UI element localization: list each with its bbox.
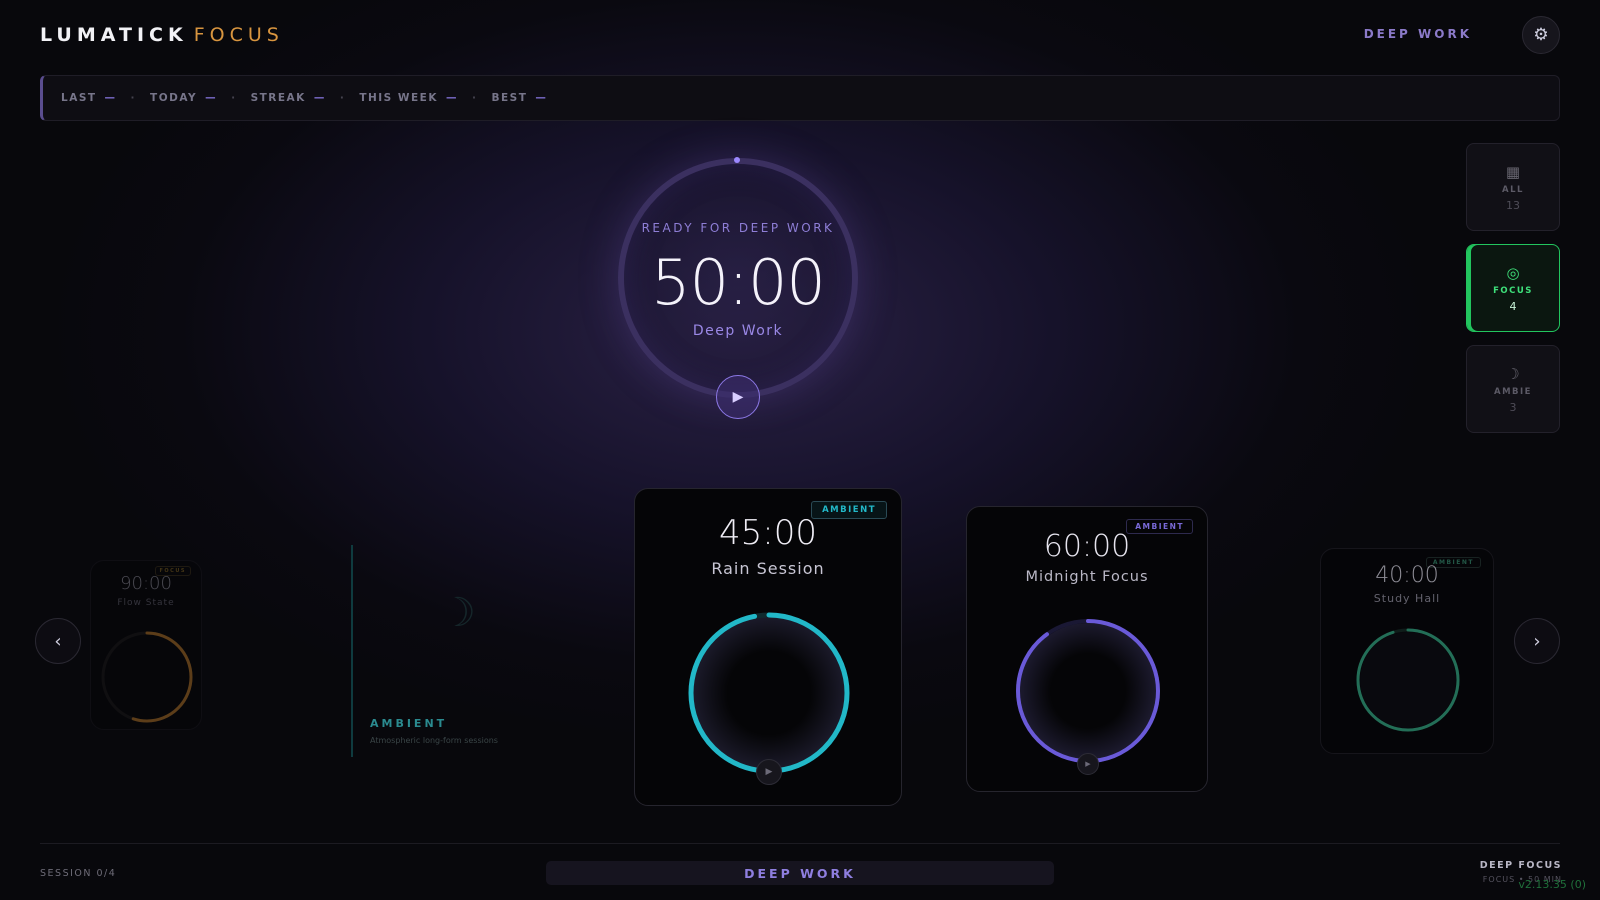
stat-label: LAST: [61, 92, 97, 104]
stat-today: TODAY —: [150, 92, 217, 104]
stat-streak: STREAK —: [251, 92, 326, 104]
timer-progress-dot: [734, 157, 740, 163]
card-title: Midnight Focus: [1025, 569, 1149, 585]
session-counter: SESSION 0/4: [40, 868, 117, 879]
timer-session-name: Deep Work: [692, 323, 784, 339]
stat-label: TODAY: [150, 92, 198, 104]
play-icon: ▶: [732, 389, 744, 405]
card-time: 45:00: [719, 513, 817, 553]
card-time: 90:00: [120, 573, 172, 594]
card-time: 60:00: [1043, 529, 1131, 564]
ring-inner: [1360, 632, 1456, 728]
card-progress-ring: [1355, 627, 1461, 733]
card-title: Study Hall: [1373, 592, 1441, 605]
card-play-button[interactable]: ▶: [1077, 753, 1099, 775]
brand-accent: FOCUS: [193, 24, 284, 46]
brand-name: LUMATICK: [40, 24, 188, 46]
timer-status: READY FOR DEEP WORK: [641, 221, 835, 235]
stats-bar: LAST — · TODAY — · STREAK — · THIS WEEK — · …: [40, 75, 1560, 121]
footer-current-title: DEEP FOCUS: [1479, 860, 1562, 871]
session-card-midnight-focus[interactable]: AMBIENT 60:00 Midnight Focus ▶: [966, 506, 1208, 792]
card-play-button[interactable]: ▶: [756, 759, 782, 785]
stat-separator: ·: [471, 92, 478, 104]
stat-best: BEST —: [491, 92, 547, 104]
card-title: Flow State: [117, 598, 175, 608]
carousel-prev-button[interactable]: ‹: [35, 618, 81, 664]
session-card-flow-state[interactable]: FOCUS 90:00 Flow State: [90, 560, 202, 730]
stat-value: —: [445, 92, 458, 104]
progress-ring-svg: [688, 612, 850, 774]
category-divider: [351, 545, 353, 757]
category-subtitle: Atmospheric long-form sessions: [370, 736, 498, 745]
moon-icon: ☽: [1506, 364, 1520, 383]
progress-ring-svg: [1016, 619, 1160, 763]
stat-value: —: [205, 92, 218, 104]
stat-last: LAST —: [61, 92, 117, 104]
card-progress-ring: [1014, 617, 1162, 765]
category-title: AMBIENT: [370, 717, 448, 730]
version-label: v2.13.35 (0): [1518, 878, 1586, 891]
progress-ring-svg: [101, 631, 193, 723]
stat-separator: ·: [339, 92, 346, 104]
play-icon: ▶: [765, 767, 773, 777]
card-progress-ring: [97, 627, 197, 727]
target-icon: ◎: [1506, 263, 1520, 282]
filter-label: AMBIE: [1494, 386, 1532, 397]
stat-label: STREAK: [250, 92, 306, 104]
ring-inner: [1020, 623, 1156, 759]
stat-separator: ·: [231, 92, 237, 104]
stat-label: BEST: [491, 92, 528, 104]
chevron-left-icon: ‹: [54, 630, 62, 652]
footer-mode-button[interactable]: DEEP WORK: [546, 861, 1054, 885]
session-card-rain-session[interactable]: AMBIENT 45:00 Rain Session ▶: [634, 488, 902, 806]
mode-label[interactable]: DEEP WORK: [1364, 27, 1472, 41]
card-title: Rain Session: [711, 559, 825, 578]
settings-button[interactable]: ⚙: [1522, 16, 1560, 54]
session-card-study-hall[interactable]: AMBIENT 40:00 Study Hall: [1320, 548, 1494, 754]
progress-ring-svg: [1356, 628, 1460, 732]
filter-all[interactable]: ▦ ALL 13: [1466, 143, 1560, 231]
stat-value: —: [104, 92, 117, 104]
play-icon: ▶: [1085, 760, 1091, 768]
filter-count: 4: [1509, 299, 1517, 313]
gear-icon: ⚙: [1533, 25, 1549, 45]
grid-icon: ▦: [1505, 162, 1521, 181]
filter-label: ALL: [1502, 184, 1524, 195]
footer-divider: [40, 843, 1560, 844]
stat-label: THIS WEEK: [359, 92, 438, 104]
ring-inner: [693, 617, 845, 769]
stat-this-week: THIS WEEK —: [359, 92, 458, 104]
chevron-right-icon: ›: [1533, 630, 1541, 652]
filter-ambient[interactable]: ☽ AMBIE 3: [1466, 345, 1560, 433]
stat-value: —: [535, 92, 548, 104]
carousel-next-button[interactable]: ›: [1514, 618, 1560, 664]
stat-value: —: [313, 92, 326, 104]
start-timer-button[interactable]: ▶: [716, 375, 760, 419]
filter-focus[interactable]: ◎ FOCUS 4: [1466, 244, 1560, 332]
app-logo: LUMATICK FOCUS: [40, 24, 284, 46]
moon-icon: ☽: [440, 590, 476, 636]
filter-count: 13: [1506, 198, 1520, 212]
card-progress-ring: [687, 611, 851, 775]
filter-count: 3: [1509, 400, 1517, 414]
filter-label: FOCUS: [1493, 285, 1533, 296]
card-time: 40:00: [1375, 563, 1439, 588]
stat-separator: ·: [130, 92, 137, 104]
timer-time: 50:00: [651, 246, 826, 319]
